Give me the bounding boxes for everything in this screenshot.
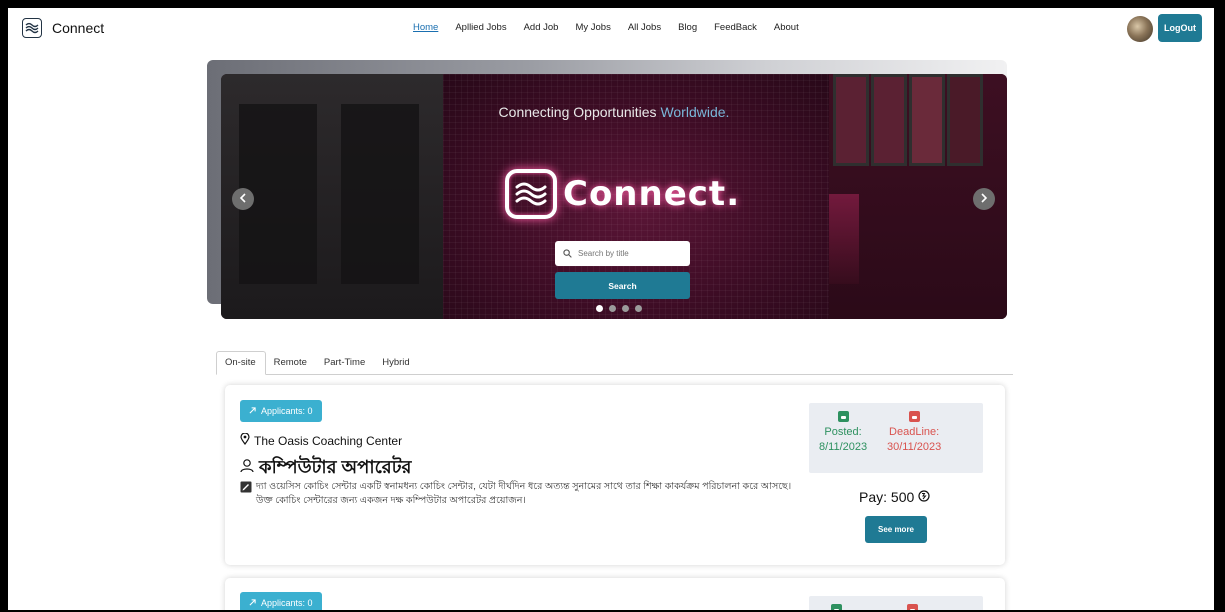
hero-carousel: Connecting Opportunities Worldwide. Conn… — [221, 74, 1007, 319]
company-name: The Oasis Coaching Center — [240, 432, 403, 448]
job-description: দ্যা ওয়েসিস কোচিং সেন্টার একটি স্বনামধন… — [240, 480, 800, 508]
nav-applied-jobs[interactable]: Apllied Jobs — [455, 22, 506, 33]
brand[interactable]: Connect — [22, 18, 104, 38]
carousel-dot[interactable] — [609, 305, 616, 312]
currency-icon — [918, 489, 930, 505]
waves-icon — [22, 18, 42, 38]
tab-part-time[interactable]: Part-Time — [316, 350, 374, 374]
user-icon — [240, 458, 256, 479]
deadline-label: DeadLine: — [889, 426, 940, 438]
search-field[interactable] — [555, 241, 690, 266]
date-panel — [809, 596, 983, 610]
nav-feedback[interactable]: FeedBack — [714, 22, 757, 33]
pay-amount: Pay: 500 — [859, 489, 930, 505]
applicants-badge: Applicants: 0 — [240, 400, 322, 422]
applicants-count: Applicants: 0 — [261, 406, 313, 416]
calendar-x-icon — [908, 411, 920, 422]
search-input[interactable] — [578, 249, 678, 258]
app-frame: Connect Home Apllied Jobs Add Job My Job… — [8, 8, 1214, 610]
pay-text: Pay: 500 — [859, 489, 915, 505]
nav-about[interactable]: About — [774, 22, 799, 33]
hero-tagline-accent: Worldwide. — [660, 104, 730, 120]
nav-links: Home Apllied Jobs Add Job My Jobs All Jo… — [413, 22, 816, 33]
search-button[interactable]: Search — [555, 272, 690, 299]
deadline-value: 30/11/2023 — [887, 441, 942, 453]
company-name-text: The Oasis Coaching Center — [254, 433, 403, 448]
posted-date: Posted: 8/11/2023 — [819, 411, 867, 455]
job-type-tabs: On-site Remote Part-Time Hybrid — [216, 351, 1013, 375]
calendar-x-icon — [907, 604, 918, 610]
waves-icon — [505, 169, 557, 219]
calendar-icon — [831, 604, 842, 610]
date-panel: Posted: 8/11/2023 DeadLine: 30/11/2023 — [809, 403, 983, 473]
job-card: Applicants: 0 The Oasis Coaching Center … — [225, 385, 1005, 565]
chevron-right-icon — [980, 192, 988, 206]
edit-note-icon — [240, 481, 252, 508]
carousel-dot[interactable] — [596, 305, 603, 312]
carousel-indicators — [596, 305, 642, 312]
job-description-text: দ্যা ওয়েসিস কোচিং সেন্টার একটি স্বনামধন… — [256, 481, 792, 506]
carousel-next-button[interactable] — [973, 188, 995, 210]
applicants-count: Applicants: 0 — [261, 598, 313, 608]
hero-logo-text: Connect. — [563, 174, 741, 214]
nav-home[interactable]: Home — [413, 22, 438, 33]
job-card: Applicants: 0 — [225, 578, 1005, 610]
posted-value: 8/11/2023 — [819, 441, 868, 453]
posted-label: Posted: — [824, 426, 862, 438]
nav-my-jobs[interactable]: My Jobs — [575, 22, 610, 33]
deadline-date: DeadLine: 30/11/2023 — [887, 411, 941, 455]
carousel-prev-button[interactable] — [232, 188, 254, 210]
applicants-badge: Applicants: 0 — [240, 592, 322, 610]
carousel-dot[interactable] — [635, 305, 642, 312]
arrow-icon — [249, 406, 256, 416]
nav-all-jobs[interactable]: All Jobs — [628, 22, 661, 33]
tab-on-site[interactable]: On-site — [216, 351, 266, 375]
hero-tagline-main: Connecting Opportunities — [498, 104, 657, 120]
logout-button[interactable]: LogOut — [1158, 14, 1202, 42]
calendar-icon — [837, 411, 849, 422]
search-icon — [563, 245, 572, 263]
nav-blog[interactable]: Blog — [678, 22, 697, 33]
navbar: Connect Home Apllied Jobs Add Job My Job… — [8, 8, 1214, 50]
carousel-dot[interactable] — [622, 305, 629, 312]
arrow-icon — [249, 598, 256, 608]
tab-hybrid[interactable]: Hybrid — [374, 350, 418, 374]
avatar[interactable] — [1127, 16, 1153, 42]
chevron-left-icon — [239, 192, 247, 206]
location-pin-icon — [240, 432, 250, 448]
hero-tagline: Connecting Opportunities Worldwide. — [221, 104, 1007, 120]
brand-name: Connect — [52, 20, 105, 36]
tab-remote[interactable]: Remote — [266, 350, 316, 374]
hero-logo: Connect. — [505, 169, 740, 219]
nav-add-job[interactable]: Add Job — [524, 22, 559, 33]
see-more-button[interactable]: See more — [865, 516, 927, 543]
